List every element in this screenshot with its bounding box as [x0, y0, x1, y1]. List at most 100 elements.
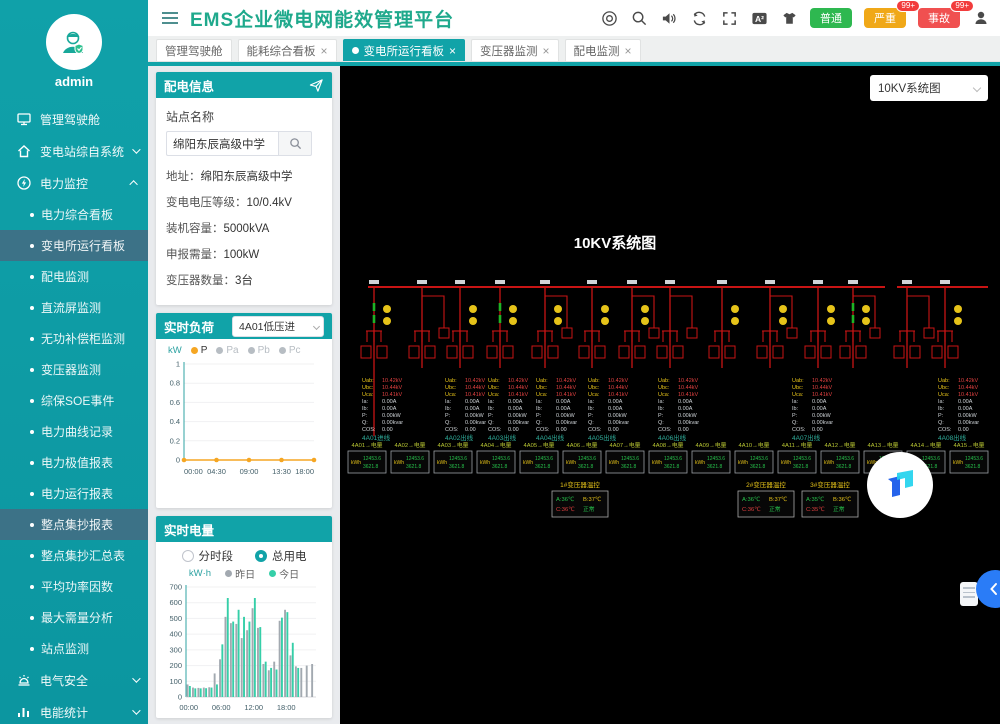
svg-text:10.44kV: 10.44kV	[608, 385, 629, 391]
font-size-icon[interactable]: A²	[750, 9, 768, 27]
sidebar-subitem-2-14[interactable]: 站点监测	[0, 633, 148, 664]
sidebar-subitem-2-13[interactable]: 最大需量分析	[0, 602, 148, 633]
site-name-input[interactable]	[166, 131, 278, 156]
sidebar-subitem-2-7[interactable]: 电力曲线记录	[0, 416, 148, 447]
user-icon[interactable]	[972, 9, 990, 27]
svg-text:2#变压器温控: 2#变压器温控	[746, 480, 786, 489]
energy-radio-0[interactable]: 分时段	[182, 548, 234, 564]
svg-text:0.00kW: 0.00kW	[812, 413, 831, 419]
svg-text:kWh: kWh	[824, 460, 834, 466]
site-search-button[interactable]	[278, 131, 312, 156]
sidebar-subitem-2-5[interactable]: 变压器监测	[0, 354, 148, 385]
sidebar-subitem-2-6[interactable]: 综保SOE事件	[0, 385, 148, 416]
tab-1[interactable]: 能耗综合看板×	[238, 39, 337, 61]
info-field-4: 变压器数量：3台	[166, 268, 322, 294]
radio-label: 总用电	[272, 548, 307, 564]
svg-text:12453.6: 12453.6	[965, 456, 983, 462]
energy-legend-1[interactable]: 今日	[269, 566, 299, 581]
svg-text:正常: 正常	[769, 505, 781, 513]
svg-text:P:: P:	[588, 413, 594, 419]
energy-bar-chart: 010020030040050060070000:0006:0012:0018:…	[156, 581, 324, 718]
close-tab-icon[interactable]: ×	[625, 45, 632, 57]
volume-icon[interactable]	[660, 9, 678, 27]
fullscreen-icon[interactable]	[720, 9, 738, 27]
target-icon[interactable]	[600, 9, 618, 27]
svg-text:4A04→电量: 4A04→电量	[481, 441, 512, 449]
alarm-badge-1[interactable]: 严重99+	[864, 8, 906, 28]
svg-text:4A01→电量: 4A01→电量	[352, 441, 383, 449]
svg-text:Uab:: Uab:	[938, 378, 950, 384]
todesk-logo-icon	[880, 465, 920, 505]
svg-text:0.4: 0.4	[170, 417, 180, 426]
tab-label: 配电监测	[574, 43, 620, 59]
bullet-icon	[30, 213, 34, 217]
sidebar-subitem-label: 综保SOE事件	[41, 392, 114, 409]
realtime-load-header: 实时负荷 4A01低压进	[156, 313, 332, 339]
sidebar-subitem-2-8[interactable]: 电力极值报表	[0, 447, 148, 478]
svg-text:0.00: 0.00	[465, 427, 476, 433]
sidebar-item-2[interactable]: 电力监控	[0, 167, 148, 199]
load-legend-Pb[interactable]: Pb	[248, 345, 270, 356]
close-tab-icon[interactable]: ×	[543, 45, 550, 57]
svg-text:1#变压器温控: 1#变压器温控	[560, 480, 600, 489]
realtime-energy-title: 实时电量	[164, 520, 214, 539]
refresh-icon[interactable]	[690, 9, 708, 27]
sidebar-item-3[interactable]: 电气安全	[0, 664, 148, 696]
legend-dot-icon	[225, 570, 232, 577]
left-panel-column: 配电信息 站点名称 地址：绵	[156, 72, 332, 724]
bullet-icon	[30, 461, 34, 465]
svg-text:kWh: kWh	[953, 460, 963, 466]
energy-legend-0[interactable]: 昨日	[225, 566, 255, 581]
todesk-logo[interactable]	[867, 452, 933, 518]
sidebar-subitem-2-4[interactable]: 无功补偿柜监测	[0, 323, 148, 354]
sidebar-subitem-2-10[interactable]: 整点集抄报表	[0, 509, 148, 540]
legend-label: P	[201, 345, 208, 356]
svg-text:Uab:: Uab:	[445, 378, 457, 384]
close-tab-icon[interactable]: ×	[321, 45, 328, 57]
load-feeder-select[interactable]: 4A01低压进	[232, 316, 324, 337]
load-legend-Pa[interactable]: Pa	[216, 345, 238, 356]
svg-text:0.00A: 0.00A	[556, 399, 571, 405]
svg-text:4A01进线: 4A01进线	[362, 433, 391, 442]
sidebar-subitem-2-9[interactable]: 电力运行报表	[0, 478, 148, 509]
alarm-badge-label: 事故	[928, 10, 950, 26]
svg-text:0.00kW: 0.00kW	[508, 413, 527, 419]
sidebar-subitem-2-2[interactable]: 配电监测	[0, 261, 148, 292]
sidebar-subitem-2-12[interactable]: 平均功率因数	[0, 571, 148, 602]
sidebar-subitem-2-0[interactable]: 电力综合看板	[0, 199, 148, 230]
close-tab-icon[interactable]: ×	[449, 45, 456, 57]
tab-4[interactable]: 配电监测 ×	[565, 39, 641, 61]
tab-2[interactable]: 变电所运行看板×	[343, 39, 466, 61]
svg-text:COS:: COS:	[792, 427, 806, 433]
search-icon[interactable]	[630, 9, 648, 27]
load-legend-P[interactable]: P	[191, 345, 208, 356]
energy-radio-1[interactable]: 总用电	[255, 548, 307, 564]
alarm-badge-0[interactable]: 普通	[810, 8, 852, 28]
tab-3[interactable]: 变压器监测×	[471, 39, 559, 61]
svg-text:200: 200	[169, 661, 182, 670]
alarm-badge-2[interactable]: 事故99+	[918, 8, 960, 28]
bullet-icon	[30, 585, 34, 589]
avatar[interactable]	[46, 14, 102, 70]
diagram-type-select[interactable]: 10KV系统图	[870, 75, 988, 101]
sidebar-subitem-2-1[interactable]: 变电所运行看板	[0, 230, 148, 261]
sidebar-item-1[interactable]: 变电站综自系统	[0, 135, 148, 167]
sidebar-item-label: 电气安全	[40, 672, 132, 689]
menu-toggle-icon[interactable]	[162, 12, 178, 24]
svg-text:4A06出线: 4A06出线	[658, 433, 687, 442]
send-icon[interactable]	[309, 78, 324, 93]
tab-0[interactable]: 管理驾驶舱	[156, 39, 232, 61]
alarm-badge-label: 普通	[820, 10, 842, 26]
sidebar-item-0[interactable]: 管理驾驶舱	[0, 103, 148, 135]
sidebar-subitem-2-11[interactable]: 整点集抄汇总表	[0, 540, 148, 571]
svg-text:0.00A: 0.00A	[508, 406, 523, 412]
sidebar-subitem-label: 电力极值报表	[41, 454, 113, 471]
svg-text:Q:: Q:	[445, 420, 451, 426]
sidebar-menu: 管理驾驶舱变电站综自系统电力监控电力综合看板变电所运行看板配电监测直流屏监测无功…	[0, 103, 148, 724]
theme-icon[interactable]	[780, 9, 798, 27]
home-icon	[16, 143, 32, 159]
sidebar-subitem-2-3[interactable]: 直流屏监测	[0, 292, 148, 323]
sidebar-item-4[interactable]: 电能统计	[0, 696, 148, 724]
info-field-3: 申报需量：100kW	[166, 242, 322, 268]
load-legend-Pc[interactable]: Pc	[279, 345, 301, 356]
